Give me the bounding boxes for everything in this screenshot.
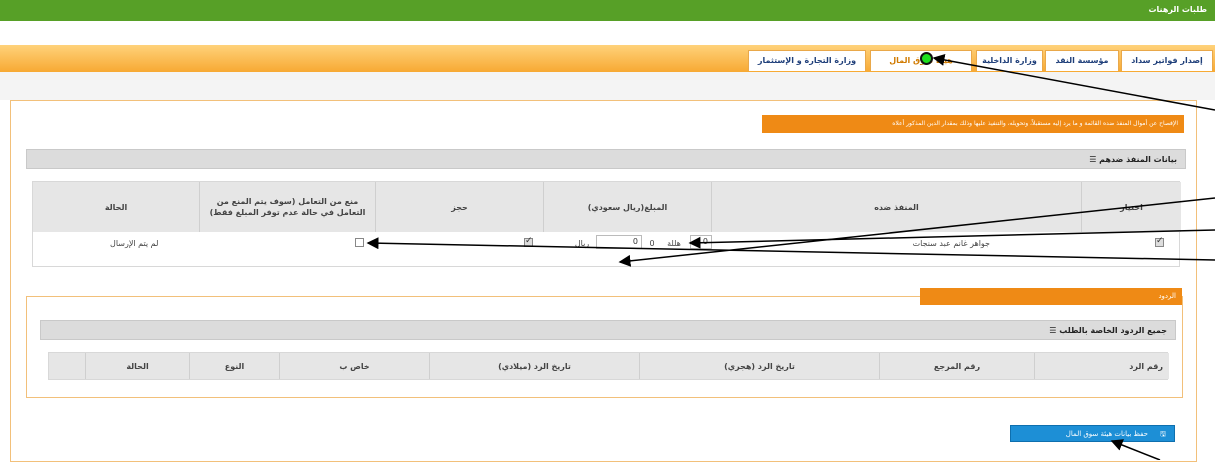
arrow-to-riyal <box>618 197 1215 267</box>
annotation-arrows <box>366 54 1215 460</box>
arrow-to-prevent <box>366 237 1215 261</box>
arrow-to-save <box>1110 439 1161 460</box>
arrow-to-tab <box>932 54 1215 111</box>
arrow-to-halala <box>688 229 1215 249</box>
